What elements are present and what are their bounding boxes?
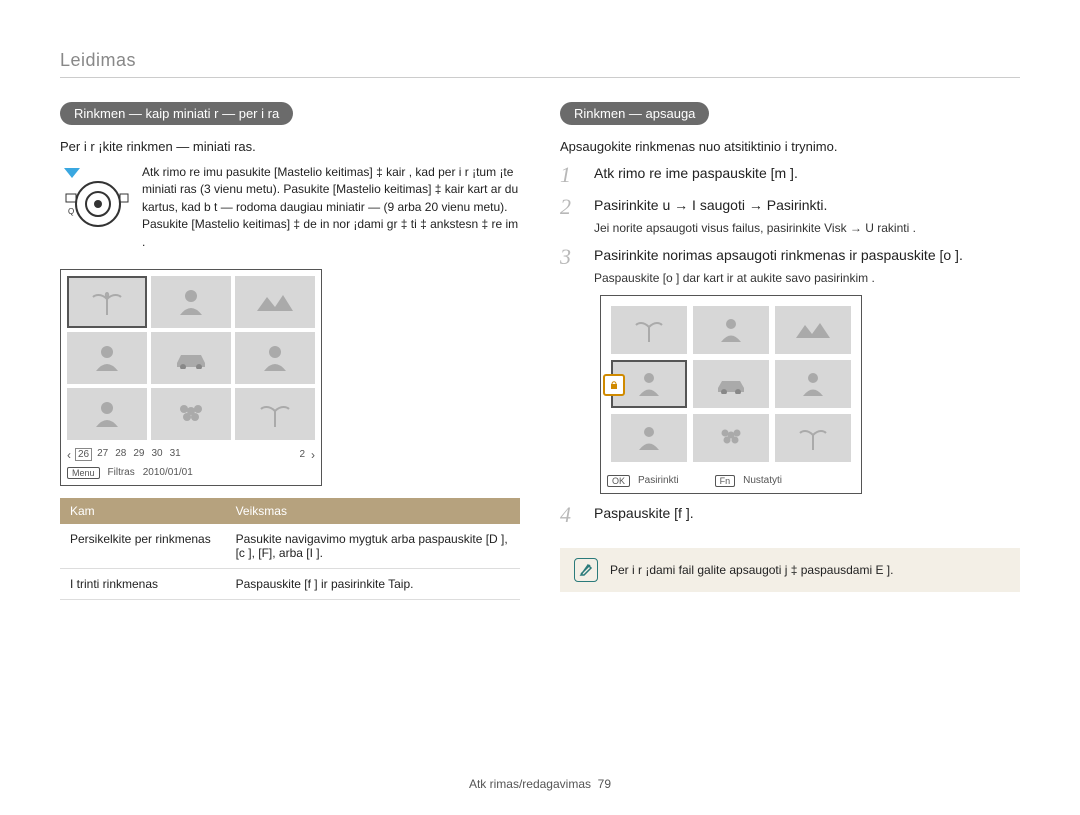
date-strip: ‹ 26 27 28 29 30 31 2 ›	[61, 446, 321, 464]
step-body: Atk rimo re ime paspauskite [m ].	[594, 164, 798, 186]
palm-icon	[89, 287, 125, 317]
thumb-cell	[693, 414, 769, 462]
table-head-action: Veiksmas	[226, 498, 520, 524]
person-icon	[717, 316, 745, 344]
step-number: 3	[560, 246, 580, 286]
menu-strip: Menu Filtras 2010/01/01	[61, 464, 321, 485]
step-body: Paspauskite [f ].	[594, 504, 694, 526]
palm-icon	[257, 399, 293, 429]
step-number: 2	[560, 196, 580, 236]
table-row: I trinti rinkmenas Paspauskite [f ] ir p…	[60, 568, 520, 599]
flower-icon	[176, 399, 206, 429]
actions-table: Kam Veiksmas Persikelkite per rinkmenas …	[60, 498, 520, 600]
flower-icon	[717, 424, 745, 452]
day-count: 2	[297, 449, 307, 460]
section-pill-thumbnails: Rinkmen — kaip miniati r — per i ra	[60, 102, 293, 125]
fn-button-chip: Fn	[715, 475, 736, 487]
day-cell: 30	[150, 448, 165, 461]
thumb-cell-selected	[611, 360, 687, 408]
step-subtext: Jei norite apsaugoti visus failus, pasir…	[594, 220, 916, 237]
note-icon	[574, 558, 598, 582]
svg-text:Q: Q	[68, 207, 74, 216]
thumb-cell	[67, 276, 147, 328]
person-icon	[260, 343, 290, 373]
footer-page-number: 79	[598, 777, 611, 791]
person-icon	[176, 287, 206, 317]
info-note: Per i r ¡dami fail galite apsaugoti j ‡ …	[560, 548, 1020, 592]
person-icon	[92, 399, 122, 429]
thumb-cell	[693, 306, 769, 354]
page-title: Leidimas	[60, 50, 1020, 78]
thumb-cell	[611, 414, 687, 462]
row-action: Paspauskite [f ] ir pasirinkite Taip.	[226, 568, 520, 599]
thumb-cell	[67, 388, 147, 440]
row-purpose: I trinti rinkmenas	[60, 568, 226, 599]
left-column: Rinkmen — kaip miniati r — per i ra Per …	[60, 102, 520, 600]
thumb-cell	[775, 360, 851, 408]
lock-icon	[603, 374, 625, 396]
person-icon	[635, 370, 663, 398]
ok-button-chip: OK	[607, 475, 630, 487]
day-cell: 26	[75, 448, 92, 461]
step-number: 4	[560, 504, 580, 526]
dial-description: Atk rimo re imu pasukite [Mastelio keiti…	[142, 164, 520, 251]
footer-section: Atk rimas/redagavimas	[469, 777, 591, 791]
thumb-cell	[235, 332, 315, 384]
step-3: 3 Pasirinkite norimas apsaugoti rinkmena…	[560, 246, 1020, 286]
step-4: 4 Paspauskite [f ].	[560, 504, 1020, 526]
car-icon	[712, 374, 750, 394]
right-column: Rinkmen — apsauga Apsaugokite rinkmenas …	[560, 102, 1020, 600]
thumb-cell	[235, 276, 315, 328]
step-body: Pasirinkite norimas apsaugoti rinkmenas …	[594, 246, 963, 266]
thumb-cell	[151, 332, 231, 384]
thumb-cell	[611, 306, 687, 354]
car-icon	[171, 347, 211, 369]
thumb-cell	[775, 414, 851, 462]
table-head-purpose: Kam	[60, 498, 226, 524]
step-1: 1 Atk rimo re ime paspauskite [m ].	[560, 164, 1020, 186]
step-subtext: Paspauskite [o ] dar kart ir at aukite s…	[594, 270, 963, 287]
step-2: 2 Pasirinkite u → I saugoti → Pasirinkti…	[560, 196, 1020, 236]
person-icon	[799, 370, 827, 398]
thumb-cell	[151, 388, 231, 440]
row-purpose: Persikelkite per rinkmenas	[60, 524, 226, 569]
date-text: 2010/01/01	[143, 467, 193, 478]
page-footer: Atk rimas/redagavimas 79	[0, 777, 1080, 791]
person-icon	[635, 424, 663, 452]
zoom-dial-illustration: Q	[60, 164, 130, 234]
prev-arrow-icon: ‹	[67, 448, 71, 462]
step-number: 1	[560, 164, 580, 186]
thumb-cell	[693, 360, 769, 408]
step-body: Pasirinkite u → I saugoti → Pasirinkti.	[594, 196, 916, 216]
note-text: Per i r ¡dami fail galite apsaugoti j ‡ …	[610, 563, 893, 577]
thumb-cell	[235, 388, 315, 440]
thumbnail-screen: ‹ 26 27 28 29 30 31 2 › Menu Filtras	[60, 269, 322, 486]
person-icon	[92, 343, 122, 373]
right-lead: Apsaugokite rinkmenas nuo atsitiktinio i…	[560, 139, 1020, 154]
ok-label: Pasirinkti	[638, 475, 679, 486]
next-arrow-icon: ›	[311, 448, 315, 462]
screen-button-strip: OK Pasirinkti Fn Nustatyti	[601, 472, 861, 493]
row-action: Pasukite navigavimo mygtuk arba paspausk…	[226, 524, 520, 569]
thumb-cell	[775, 306, 851, 354]
table-row: Persikelkite per rinkmenas Pasukite navi…	[60, 524, 520, 569]
day-cell: 27	[95, 448, 110, 461]
protect-screen: OK Pasirinkti Fn Nustatyti	[600, 295, 862, 494]
mountain-icon	[794, 320, 832, 340]
menu-button-chip: Menu	[67, 467, 100, 479]
section-pill-protect: Rinkmen — apsauga	[560, 102, 709, 125]
fn-label: Nustatyti	[743, 475, 782, 486]
left-lead: Per i r ¡kite rinkmen — miniati ras.	[60, 139, 520, 154]
palm-icon	[632, 316, 666, 344]
day-cell: 29	[131, 448, 146, 461]
thumb-cell	[151, 276, 231, 328]
filter-label: Filtras	[108, 467, 135, 478]
day-cell: 31	[168, 448, 183, 461]
mountain-icon	[255, 291, 295, 313]
palm-icon	[796, 424, 830, 452]
day-cell: 28	[113, 448, 128, 461]
thumb-cell	[67, 332, 147, 384]
